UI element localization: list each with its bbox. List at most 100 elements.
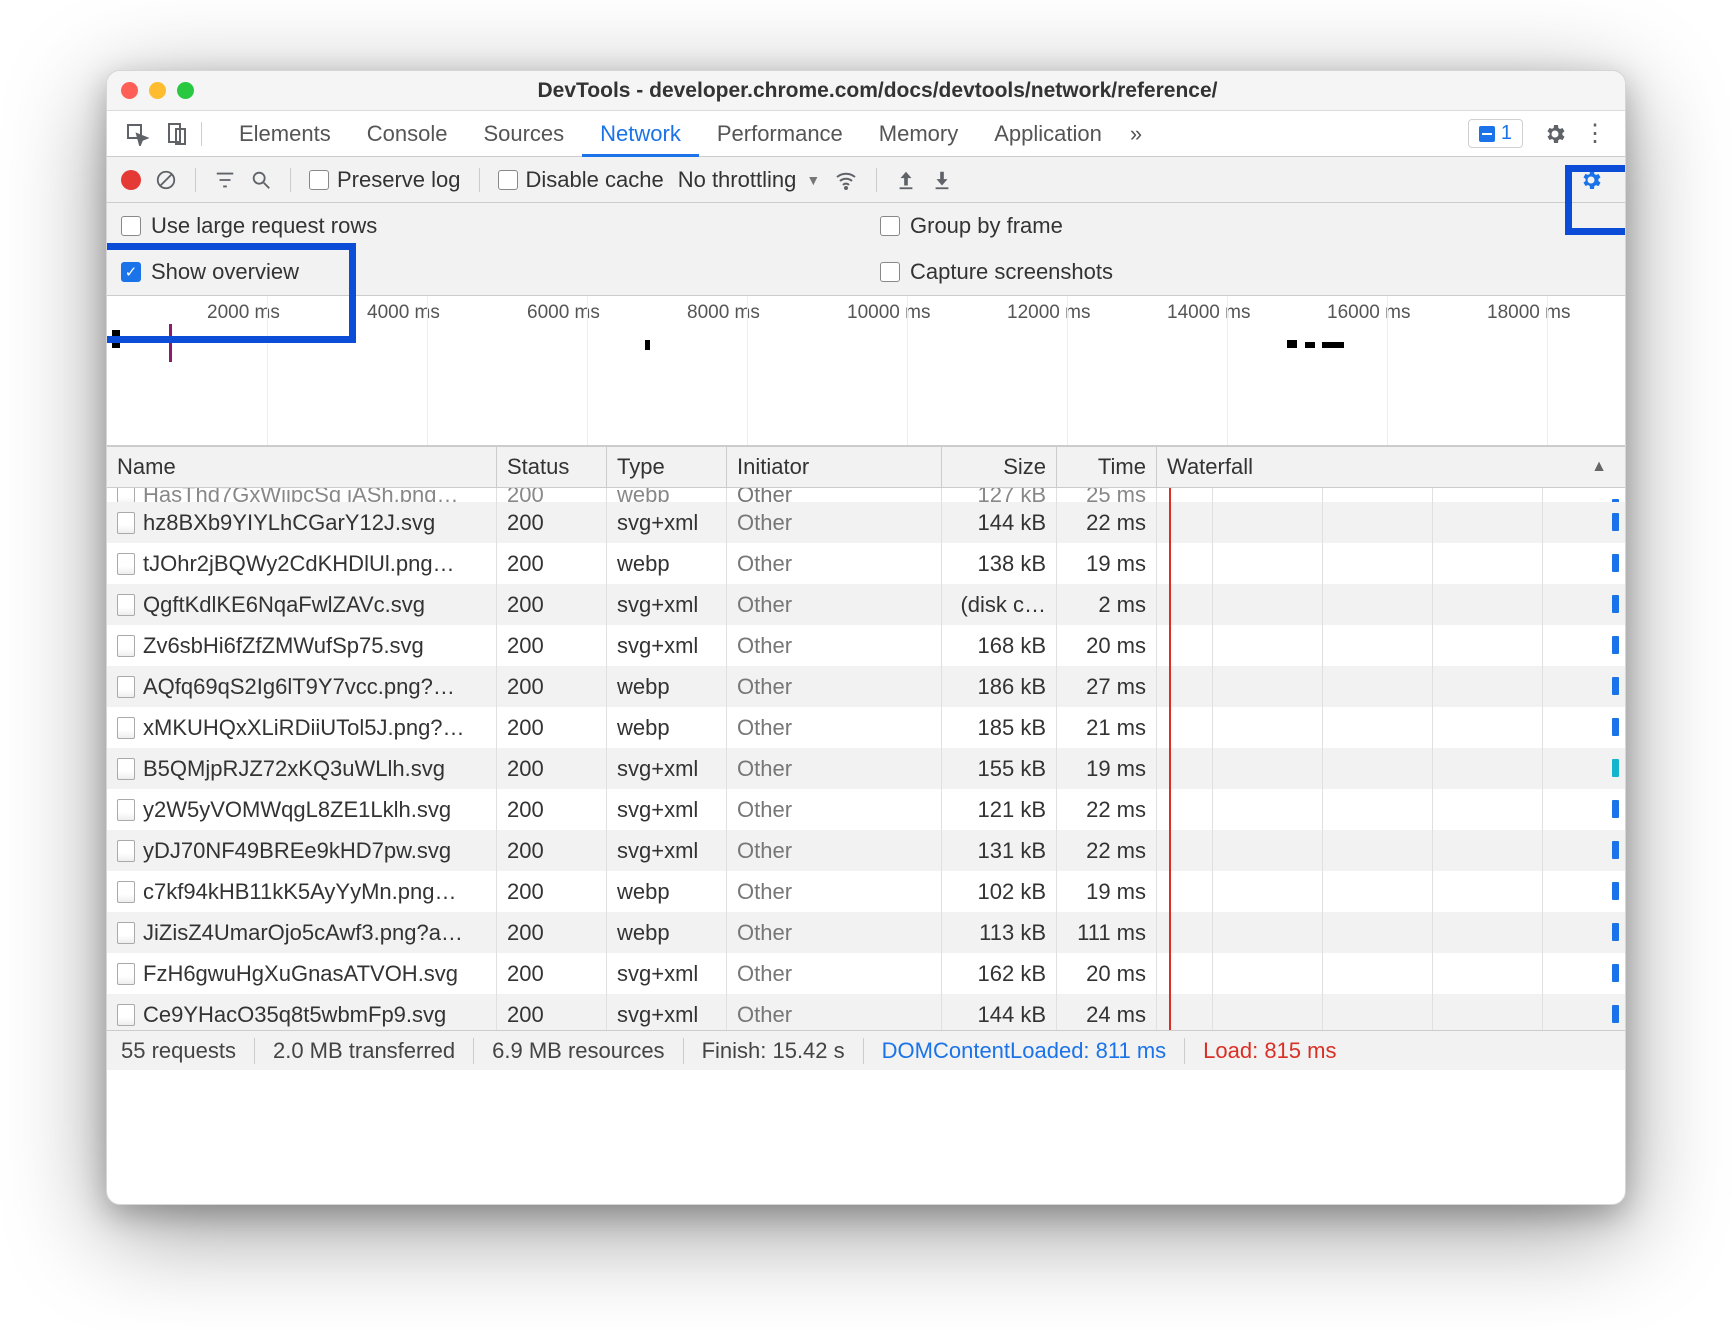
group-by-frame-checkbox[interactable]: Group by frame: [866, 213, 1625, 239]
maximize-icon[interactable]: [177, 82, 194, 99]
cell-size: 155 kB: [978, 756, 1047, 782]
inspect-icon[interactable]: [124, 122, 150, 146]
cell-initiator: Other: [737, 961, 792, 987]
timeline-tick: 14000 ms: [1167, 302, 1250, 324]
cell-status: 200: [507, 488, 544, 502]
timeline-tick: 4000 ms: [367, 302, 440, 324]
cell-initiator: Other: [737, 715, 792, 741]
table-row[interactable]: hz8BXb9YIYLhCGarY12J.svg 200 svg+xml Oth…: [107, 502, 1625, 543]
cell-size: 185 kB: [978, 715, 1047, 741]
cell-time: 20 ms: [1086, 961, 1146, 987]
cell-name: B5QMjpRJZ72xKQ3uWLlh.svg: [143, 756, 445, 782]
timeline-tick: 16000 ms: [1327, 302, 1410, 324]
export-har-icon[interactable]: [931, 169, 953, 191]
cell-size: 162 kB: [978, 961, 1047, 987]
minimize-icon[interactable]: [149, 82, 166, 99]
tab-sources[interactable]: Sources: [465, 111, 582, 157]
table-row[interactable]: yDJ70NF49BREe9kHD7pw.svg 200 svg+xml Oth…: [107, 830, 1625, 871]
clear-icon[interactable]: [155, 169, 177, 191]
file-icon: [117, 840, 135, 862]
column-status[interactable]: Status: [497, 447, 607, 487]
table-row[interactable]: JiZisZ4UmarOjo5cAwf3.png?a… 200 webp Oth…: [107, 912, 1625, 953]
cell-name: Ce9YHacO35q8t5wbmFp9.svg: [143, 1002, 446, 1028]
kebab-menu-icon[interactable]: ⋮: [1582, 119, 1608, 148]
network-settings-gear-icon[interactable]: [1578, 168, 1604, 192]
cell-type: svg+xml: [617, 633, 698, 659]
cell-initiator: Other: [737, 920, 792, 946]
tab-application[interactable]: Application: [976, 111, 1120, 157]
tab-console[interactable]: Console: [349, 111, 466, 157]
cell-waterfall: [1157, 666, 1625, 707]
chevron-down-icon: ▼: [806, 172, 820, 188]
table-row[interactable]: tJOhr2jBQWy2CdKHDlUl.png… 200 webp Other…: [107, 543, 1625, 584]
table-row[interactable]: B5QMjpRJZ72xKQ3uWLlh.svg 200 svg+xml Oth…: [107, 748, 1625, 789]
cell-time: 21 ms: [1086, 715, 1146, 741]
cell-waterfall: [1157, 871, 1625, 912]
table-row[interactable]: y2W5yVOMWqgL8ZE1Lklh.svg 200 svg+xml Oth…: [107, 789, 1625, 830]
issues-badge[interactable]: 1: [1468, 119, 1523, 148]
cell-name: tJOhr2jBQWy2CdKHDlUl.png…: [143, 551, 455, 577]
settings-gear-icon[interactable]: [1542, 122, 1568, 146]
cell-initiator: Other: [737, 1002, 792, 1028]
table-row[interactable]: QgftKdlKE6NqaFwlZAVc.svg 200 svg+xml Oth…: [107, 584, 1625, 625]
cell-name: y2W5yVOMWqgL8ZE1Lklh.svg: [143, 797, 451, 823]
preserve-log-label: Preserve log: [337, 167, 461, 193]
network-conditions-icon[interactable]: [834, 168, 858, 192]
divider: [290, 168, 291, 192]
column-initiator[interactable]: Initiator: [727, 447, 942, 487]
cell-name: c7kf94kHB11kK5AyYyMn.png…: [143, 879, 456, 905]
preserve-log-checkbox[interactable]: Preserve log: [309, 167, 461, 193]
status-resources: 6.9 MB resources: [474, 1038, 683, 1064]
filter-icon[interactable]: [214, 169, 236, 191]
network-toolbar: Preserve log Disable cache No throttling…: [107, 157, 1625, 203]
tab-memory[interactable]: Memory: [861, 111, 976, 157]
file-icon: [117, 799, 135, 821]
column-time[interactable]: Time: [1057, 447, 1157, 487]
overview-mark: [1287, 340, 1297, 348]
cell-waterfall: [1157, 789, 1625, 830]
column-name[interactable]: Name: [107, 447, 497, 487]
sort-indicator-icon: ▲: [1591, 458, 1607, 476]
status-transferred: 2.0 MB transferred: [255, 1038, 474, 1064]
tab-performance[interactable]: Performance: [699, 111, 861, 157]
large-rows-checkbox[interactable]: Use large request rows: [107, 213, 866, 239]
table-row[interactable]: HasThd7GxWiipcSq iASh.png… 200 webp Othe…: [107, 488, 1625, 502]
table-row[interactable]: Zv6sbHi6fZfZMWufSp75.svg 200 svg+xml Oth…: [107, 625, 1625, 666]
import-har-icon[interactable]: [895, 169, 917, 191]
cell-status: 200: [507, 510, 544, 536]
show-overview-checkbox[interactable]: ✓ Show overview: [107, 259, 866, 285]
cell-type: svg+xml: [617, 961, 698, 987]
cell-waterfall: [1157, 625, 1625, 666]
capture-screenshots-checkbox[interactable]: Capture screenshots: [866, 259, 1625, 285]
cell-initiator: Other: [737, 797, 792, 823]
column-size[interactable]: Size: [942, 447, 1057, 487]
search-icon[interactable]: [250, 169, 272, 191]
cell-time: 19 ms: [1086, 879, 1146, 905]
overview-timeline[interactable]: 2000 ms 4000 ms 6000 ms 8000 ms 10000 ms…: [107, 296, 1625, 446]
file-icon: [117, 1004, 135, 1026]
cell-name: AQfq69qS2Ig6lT9Y7vcc.png?…: [143, 674, 455, 700]
cell-size: 113 kB: [979, 920, 1046, 946]
cell-name: HasThd7GxWiipcSq iASh.png…: [143, 488, 458, 502]
table-row[interactable]: xMKUHQxXLiRDiiUTol5J.png?… 200 webp Othe…: [107, 707, 1625, 748]
cell-status: 200: [507, 633, 544, 659]
cell-initiator: Other: [737, 488, 792, 502]
disable-cache-checkbox[interactable]: Disable cache: [498, 167, 664, 193]
tab-elements[interactable]: Elements: [221, 111, 349, 157]
throttling-select[interactable]: No throttling ▼: [678, 167, 820, 193]
table-row[interactable]: AQfq69qS2Ig6lT9Y7vcc.png?… 200 webp Othe…: [107, 666, 1625, 707]
cell-size: 121 kB: [978, 797, 1047, 823]
column-waterfall[interactable]: Waterfall ▲: [1157, 447, 1625, 487]
tab-network[interactable]: Network: [582, 111, 699, 157]
table-row[interactable]: c7kf94kHB11kK5AyYyMn.png… 200 webp Other…: [107, 871, 1625, 912]
table-row[interactable]: FzH6gwuHgXuGnasATVOH.svg 200 svg+xml Oth…: [107, 953, 1625, 994]
more-tabs-icon[interactable]: »: [1130, 121, 1142, 147]
timeline-tick: 6000 ms: [527, 302, 600, 324]
record-button[interactable]: [121, 170, 141, 190]
divider: [201, 122, 202, 146]
request-table[interactable]: HasThd7GxWiipcSq iASh.png… 200 webp Othe…: [107, 488, 1625, 1030]
table-row[interactable]: Ce9YHacO35q8t5wbmFp9.svg 200 svg+xml Oth…: [107, 994, 1625, 1030]
close-icon[interactable]: [121, 82, 138, 99]
column-type[interactable]: Type: [607, 447, 727, 487]
device-toggle-icon[interactable]: [164, 122, 190, 146]
